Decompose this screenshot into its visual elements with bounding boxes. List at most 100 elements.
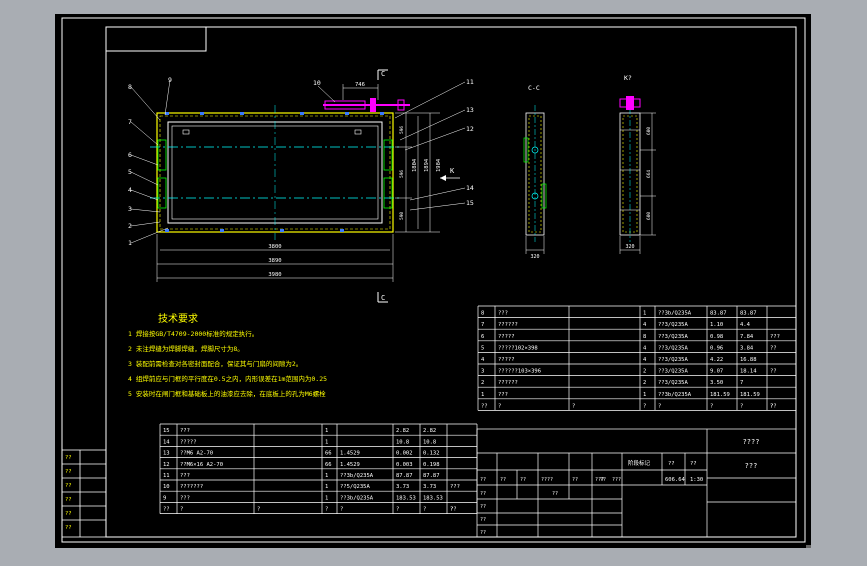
bom-cell-qty: 1 — [643, 311, 646, 317]
strip-label: ?? — [65, 525, 72, 531]
bom-cell-no: 7 — [481, 322, 484, 328]
bom-cell-note: ??? — [770, 334, 780, 340]
note-line: 3 装配前需检查对各密封面配合，保证其与门扇的间隙为2。 — [128, 359, 302, 368]
bom-cell-mat: ??3b/Q235A — [658, 311, 692, 317]
bom-cell-w1: 83.87 — [710, 311, 727, 317]
cut-label-top: C — [381, 70, 385, 78]
design-row-cell: ??? — [612, 477, 621, 483]
bom-cell-no: 14 — [163, 439, 170, 445]
bom-cell-w1: 1.10 — [710, 322, 723, 328]
balloon-6: 6 — [128, 151, 132, 159]
bom-cell-no: 10 — [163, 484, 170, 490]
bom-cell-w2: 3.73 — [423, 484, 436, 490]
bom-cell-code: ??????? — [180, 484, 203, 490]
bom-cell-w1: 10.8 — [396, 439, 409, 445]
dim-width-1: 3800 — [268, 244, 281, 250]
company-name: ??? — [745, 462, 758, 470]
bom-cell-code: ????? — [498, 357, 515, 363]
bom-cell-w2: 0.132 — [423, 451, 440, 457]
bom-cell-qty: 1 — [325, 495, 328, 501]
cad-viewport[interactable]: ???????????? 1 2 3 4 5 6 7 8 9 10 11 12 … — [0, 0, 867, 562]
balloon-4: 4 — [128, 186, 132, 194]
balloon-10: 10 — [313, 79, 321, 87]
bom-cell-note: ?? — [770, 369, 777, 375]
balloon-12: 12 — [466, 125, 474, 133]
notes-title: 技术要求 — [158, 312, 198, 325]
bom-header-cell: ? — [740, 403, 743, 409]
strip-label: ?? — [65, 469, 72, 475]
bom-header-cell: ? — [710, 403, 713, 409]
bom-header-cell: ? — [325, 507, 328, 513]
design-row-cell: ?? — [480, 477, 486, 483]
bom-cell-w2: 16.88 — [740, 357, 757, 363]
bom-cell-qty: 1 — [325, 428, 328, 434]
bom-cell-mat: ??3/Q235A — [658, 345, 688, 351]
note-line: 1 焊接按GB/T4709-2000标准的规定执行。 — [128, 329, 258, 338]
dim-width-2: 3890 — [268, 258, 281, 264]
bom-cell-w1: 0.003 — [396, 462, 413, 468]
dim-k-seg1: 600 — [646, 127, 652, 135]
bom-cell-code: ??? — [180, 428, 190, 434]
weight-label: ?? — [668, 461, 675, 467]
bom-cell-qty: 1 — [325, 473, 328, 479]
bom-cell-code: ??? — [498, 392, 508, 398]
bom-header-cell: ? — [643, 403, 646, 409]
bom-cell-mat: ??3/Q235A — [658, 380, 688, 386]
balloon-7: 7 — [128, 118, 132, 126]
balloon-5: 5 — [128, 168, 132, 176]
bom-cell-mat: ??3/Q235A — [658, 369, 688, 375]
bom-cell-note: ??? — [450, 484, 460, 490]
design-row-cell: ?? — [600, 477, 606, 483]
bom-cell-code: ??? — [180, 495, 190, 501]
strip-label: ?? — [65, 497, 72, 503]
bom-header-cell: ? — [257, 507, 260, 513]
bom-cell-no: 12 — [163, 462, 170, 468]
dim-pitch-mid: 596 — [399, 170, 405, 178]
weight-value: 606.64 — [665, 477, 686, 483]
bom-cell-mat: ??3/Q235A — [658, 357, 688, 363]
view-k-title: K? — [624, 74, 632, 82]
bom-cell-w1: 0.002 — [396, 451, 413, 457]
bom-cell-qty: 2 — [643, 380, 646, 386]
balloon-11: 11 — [466, 78, 474, 86]
bom-cell-w1: 3.73 — [396, 484, 409, 490]
bom-cell-qty: 66 — [325, 451, 332, 457]
bom-cell-mat: ??3b/Q235A — [340, 473, 374, 479]
bom-header-cell: ? — [340, 507, 343, 513]
note-line: 2 未注焊缝为焊脚焊缝，焊脚尺寸为8。 — [128, 344, 244, 353]
bom-cell-w1: 87.87 — [396, 473, 413, 479]
cut-label-bottom: C — [381, 294, 385, 302]
dim-k-seg2: 664 — [646, 170, 652, 178]
bom-cell-code: ??M6×16 A2-70 — [180, 462, 223, 468]
bom-cell-no: 2 — [481, 380, 484, 386]
bom-cell-w2: 83.87 — [740, 311, 757, 317]
bom-cell-w2: 0.198 — [423, 462, 440, 468]
bom-header-cell: ?? — [163, 507, 170, 513]
sign-cell: ?? — [480, 504, 486, 510]
bom-cell-w1: 183.53 — [396, 495, 416, 501]
bom-cell-w2: 7.84 — [740, 334, 754, 340]
bom-cell-note: ?? — [770, 345, 777, 351]
balloon-2: 2 — [128, 222, 132, 230]
bom-cell-qty: 66 — [325, 462, 332, 468]
bom-cell-code: ?????? — [498, 380, 518, 386]
note-line: 4 组焊前应与门框的平行度在0.5之内，内形误差在1m范围内为0.25 — [128, 374, 327, 383]
balloon-13: 13 — [466, 106, 474, 114]
bom-cell-code: ????? — [498, 334, 515, 340]
design-row-cell: ?? — [572, 477, 578, 483]
bom-cell-w2: 18.14 — [740, 369, 757, 375]
bom-header-cell: ? — [396, 507, 399, 513]
bom-cell-no: 5 — [481, 345, 484, 351]
bom-cell-mat: 1.4529 — [340, 451, 360, 457]
scale-value: 1:30 — [690, 477, 703, 483]
dim-pitch-bot: 590 — [399, 212, 405, 220]
bom-cell-w2: 183.53 — [423, 495, 443, 501]
bom-cell-w2: 10.8 — [423, 439, 436, 445]
balloon-9: 9 — [168, 76, 172, 84]
bom-cell-no: 1 — [481, 392, 484, 398]
bom-cell-code: ?????? — [498, 322, 518, 328]
balloon-1: 1 — [128, 239, 132, 247]
viewport-resize-grip[interactable] — [806, 545, 811, 548]
sign-cell: ?? — [480, 491, 486, 497]
bom-cell-w2: 87.87 — [423, 473, 440, 479]
